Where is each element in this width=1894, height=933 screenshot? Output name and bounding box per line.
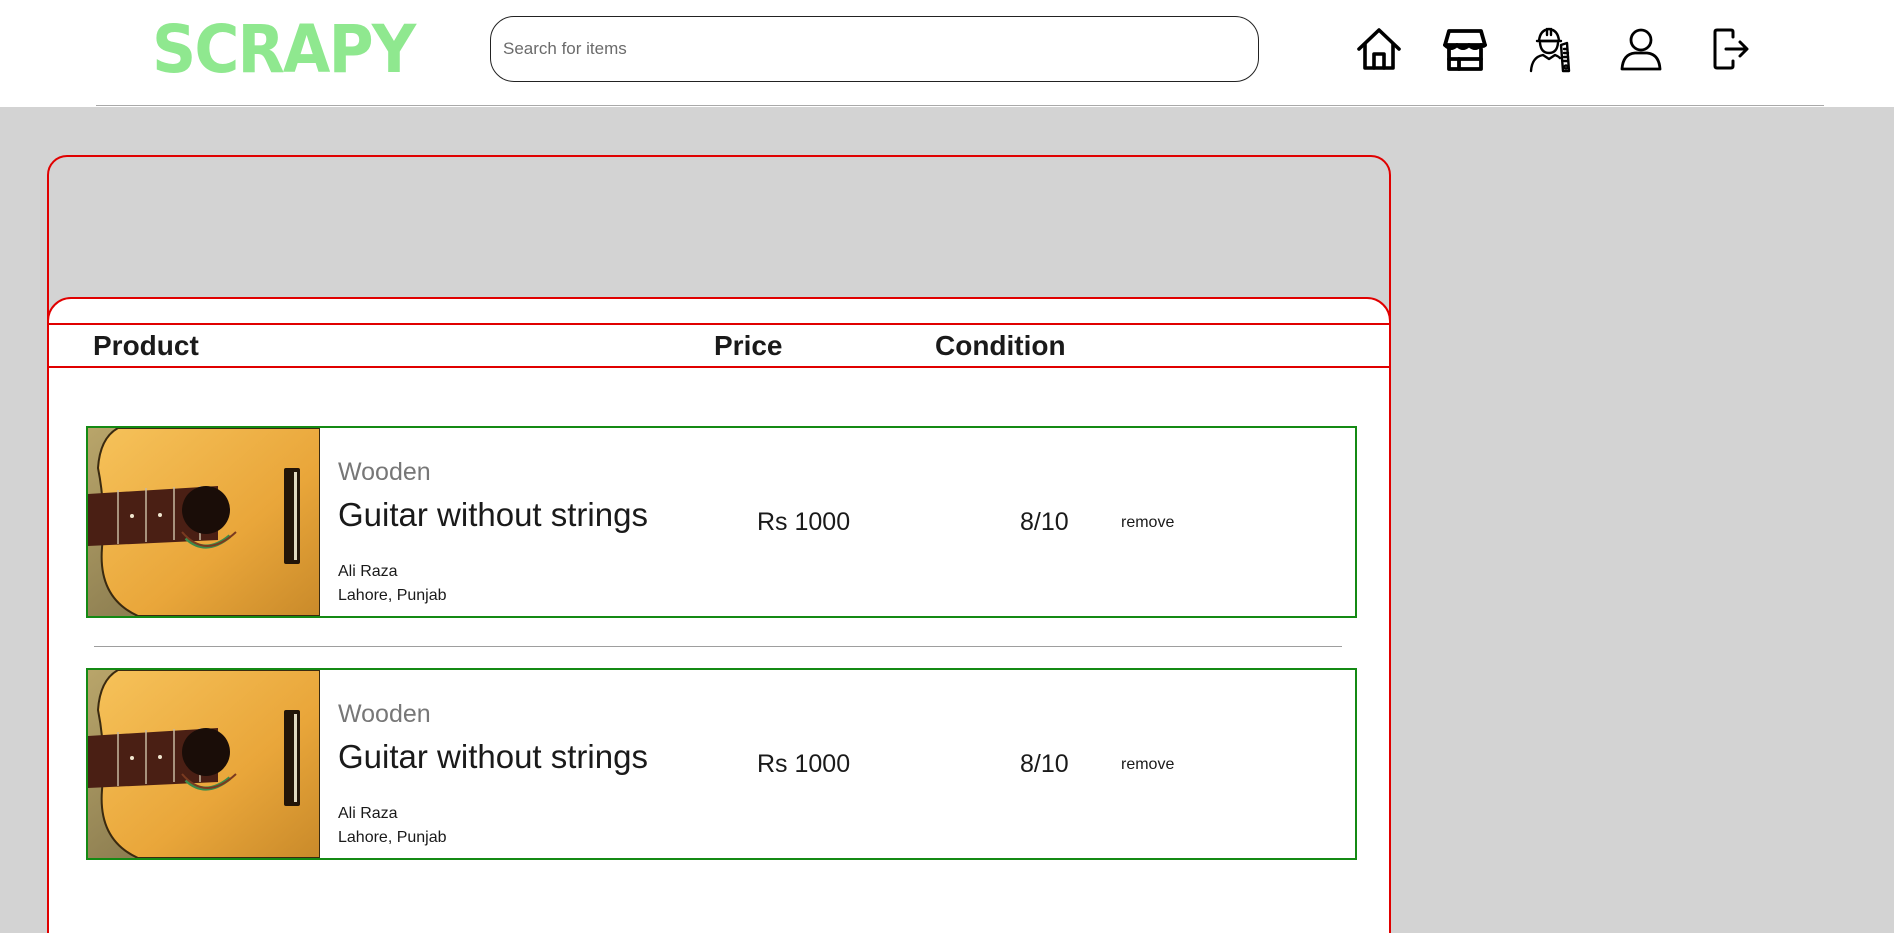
seller-location: Lahore, Punjab	[338, 587, 447, 604]
column-price: Price	[714, 330, 783, 361]
seller-location: Lahore, Punjab	[338, 829, 447, 846]
header-divider	[96, 105, 1824, 106]
cart-table: Product Price Condition Wooden Guitar wi…	[47, 297, 1391, 933]
cart-table-header: Product Price Condition	[49, 323, 1389, 368]
item-price: Rs 1000	[757, 750, 851, 778]
item-condition: 8/10	[1020, 750, 1069, 778]
seller-name: Ali Raza	[338, 563, 398, 580]
worker-icon[interactable]	[1527, 24, 1575, 74]
remove-button[interactable]: remove	[1121, 514, 1174, 532]
product-subtitle: Wooden	[338, 700, 431, 728]
store-icon[interactable]	[1441, 24, 1489, 74]
user-icon[interactable]	[1617, 24, 1665, 74]
item-divider	[94, 646, 1342, 647]
product-name[interactable]: Guitar without strings	[338, 496, 648, 534]
remove-button[interactable]: remove	[1121, 756, 1174, 774]
logout-icon[interactable]	[1705, 24, 1753, 74]
seller-name: Ali Raza	[338, 805, 398, 822]
product-subtitle: Wooden	[338, 458, 431, 486]
cart-item[interactable]: Wooden Guitar without strings Ali Raza L…	[86, 426, 1357, 618]
home-icon[interactable]	[1355, 24, 1403, 74]
top-header: SCRAPY	[0, 0, 1894, 107]
product-image	[88, 428, 320, 616]
product-name[interactable]: Guitar without strings	[338, 738, 648, 776]
product-image	[88, 670, 320, 858]
brand-logo[interactable]: SCRAPY	[152, 12, 416, 88]
column-product: Product	[93, 330, 199, 361]
search-input[interactable]	[490, 16, 1259, 82]
column-condition: Condition	[935, 330, 1066, 361]
item-price: Rs 1000	[757, 508, 851, 536]
item-condition: 8/10	[1020, 508, 1069, 536]
cart-item[interactable]: Wooden Guitar without strings Ali Raza L…	[86, 668, 1357, 860]
